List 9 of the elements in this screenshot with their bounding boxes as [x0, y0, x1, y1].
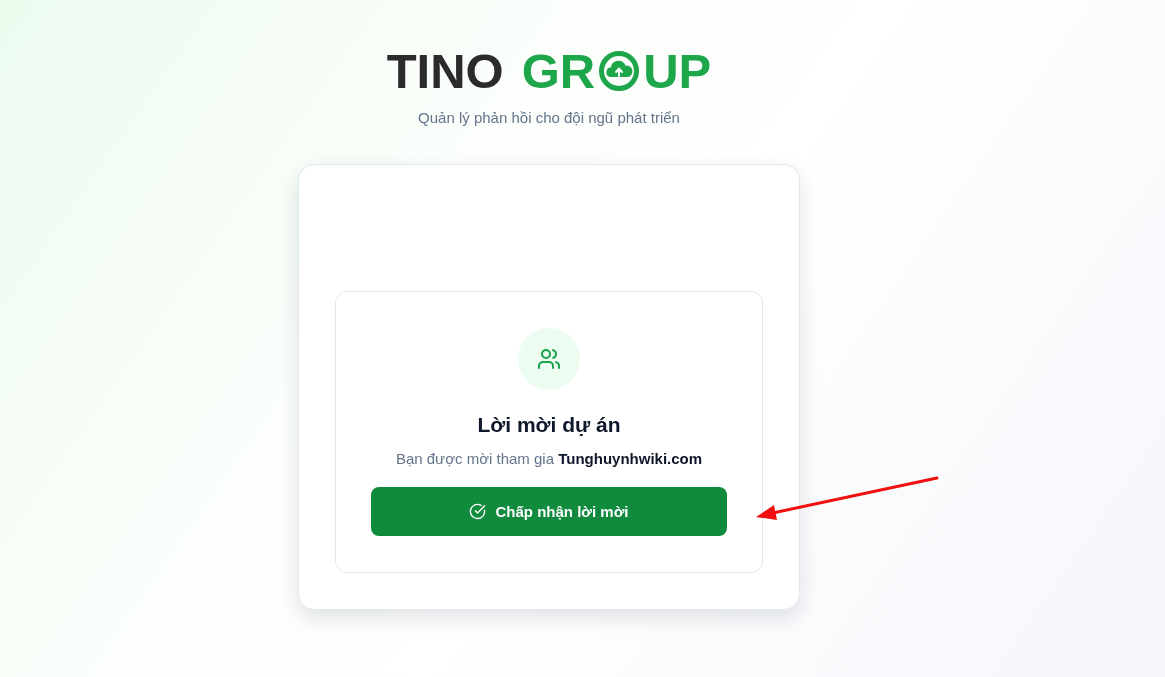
- logo-text: TINO: [386, 46, 504, 96]
- tagline: Quản lý phản hồi cho đội ngũ phát triển: [418, 109, 680, 126]
- check-circle-icon: [469, 503, 487, 520]
- invitation-title: Lời mời dự án: [477, 412, 621, 438]
- cloud-upload-icon: [599, 51, 640, 91]
- logo-text: UP: [643, 46, 712, 96]
- logo-text: GR: [521, 46, 596, 96]
- invitation-message: Bạn được mời tham gia Tunghuynhwiki.com: [395, 449, 703, 469]
- accept-invitation-button[interactable]: Chấp nhận lời mời: [371, 487, 727, 536]
